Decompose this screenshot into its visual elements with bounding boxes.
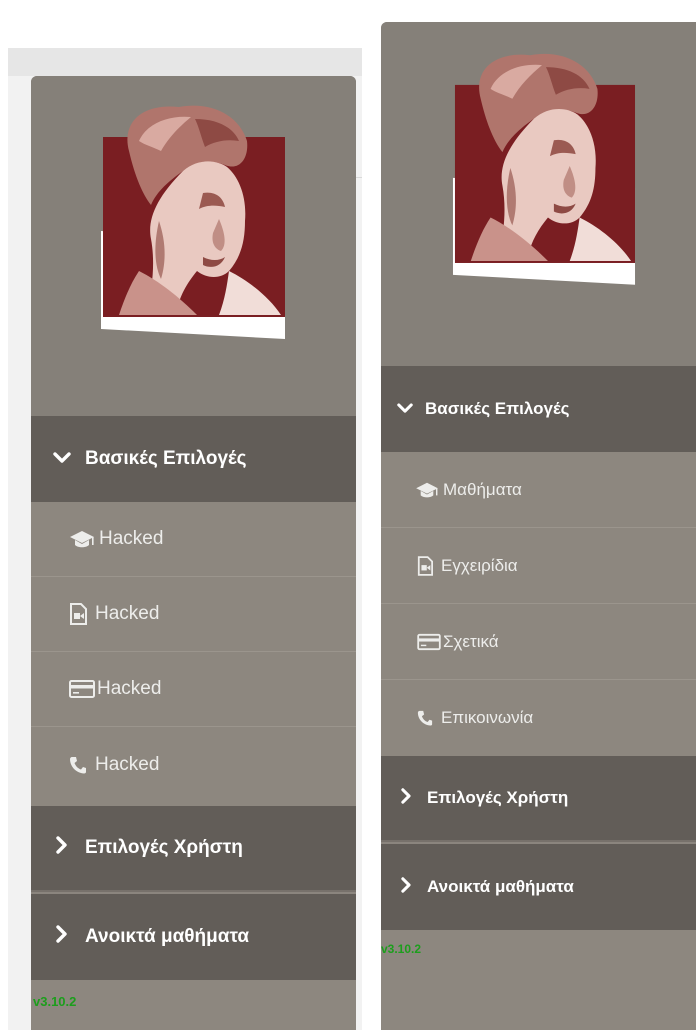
menu-item-manuals-label: Εγχειρίδια (441, 555, 518, 575)
logo-area (31, 76, 356, 416)
menu-item-about[interactable]: Hacked (31, 652, 356, 727)
menu-item-courses[interactable]: Μαθήματα (381, 452, 696, 528)
section-basic-options[interactable]: Βασικές Επιλογές (31, 416, 356, 502)
menu-item-about-label: Hacked (97, 678, 162, 699)
menu-item-courses-label: Hacked (99, 528, 164, 549)
left-screenshot: Βασικές Επιλογές Hacked Hacked Hacked Ha… (0, 0, 362, 1030)
menu-item-about[interactable]: Σχετικά (381, 604, 696, 680)
section-basic-options[interactable]: Βασικές Επιλογές (381, 366, 696, 452)
menu-item-contact[interactable]: Επικοινωνία (381, 680, 696, 756)
section-open-label: Ανοικτά μαθήματα (85, 926, 250, 947)
basic-options-menu: Hacked Hacked Hacked Hacked (31, 502, 356, 806)
menu-item-contact-label: Hacked (95, 753, 160, 775)
page-divider (355, 177, 362, 178)
graduation-cap-icon (69, 529, 95, 549)
page-top-strip (8, 48, 362, 76)
chevron-down-icon (397, 399, 413, 419)
menu-item-courses-label: Μαθήματα (443, 479, 522, 499)
menu-item-manuals[interactable]: Hacked (31, 577, 356, 652)
version-label: v3.10.2 (33, 994, 77, 1009)
section-user-options[interactable]: Επιλογές Χρήστη (381, 756, 696, 842)
chevron-right-icon (400, 876, 411, 898)
logo-area (381, 22, 696, 366)
sidebar-footer: v3.10.2 (381, 930, 696, 1030)
phone-icon (69, 756, 87, 774)
chevron-right-icon (55, 836, 67, 860)
chevron-right-icon (55, 925, 67, 949)
sidebar: Βασικές Επιλογές Μαθήματα Εγχειρίδια Σχε… (381, 22, 696, 1030)
university-logo[interactable] (99, 101, 287, 341)
basic-options-menu: Μαθήματα Εγχειρίδια Σχετικά Επικοινωνία (381, 452, 696, 756)
menu-item-courses[interactable]: Hacked (31, 502, 356, 577)
menu-item-manuals-label: Hacked (95, 603, 160, 624)
sidebar: Βασικές Επιλογές Hacked Hacked Hacked Ha… (31, 76, 356, 1030)
section-open-courses[interactable]: Ανοικτά μαθήματα (31, 894, 356, 980)
university-logo[interactable] (451, 49, 637, 287)
section-open-label: Ανοικτά μαθήματα (427, 877, 574, 896)
credit-card-icon (69, 679, 95, 699)
version-label: v3.10.2 (381, 942, 422, 956)
menu-item-contact-label: Επικοινωνία (441, 708, 534, 727)
section-basic-label: Βασικές Επιλογές (85, 448, 247, 469)
section-user-label: Επιλογές Χρήστη (427, 788, 569, 807)
section-user-label: Επιλογές Χρήστη (85, 837, 243, 858)
chevron-down-icon (53, 448, 71, 470)
sidebar-footer: v3.10.2 (31, 980, 356, 1030)
document-video-icon (69, 603, 87, 625)
menu-item-manuals[interactable]: Εγχειρίδια (381, 528, 696, 604)
credit-card-icon (417, 633, 441, 651)
document-video-icon (417, 555, 433, 576)
menu-item-contact[interactable]: Hacked (31, 727, 356, 802)
right-screenshot: Βασικές Επιλογές Μαθήματα Εγχειρίδια Σχε… (362, 0, 696, 1030)
menu-item-about-label: Σχετικά (443, 631, 499, 651)
phone-icon (417, 710, 433, 726)
section-basic-label: Βασικές Επιλογές (425, 399, 570, 418)
chevron-right-icon (400, 787, 411, 809)
graduation-cap-icon (415, 481, 439, 499)
section-user-options[interactable]: Επιλογές Χρήστη (31, 806, 356, 892)
section-open-courses[interactable]: Ανοικτά μαθήματα (381, 844, 696, 930)
